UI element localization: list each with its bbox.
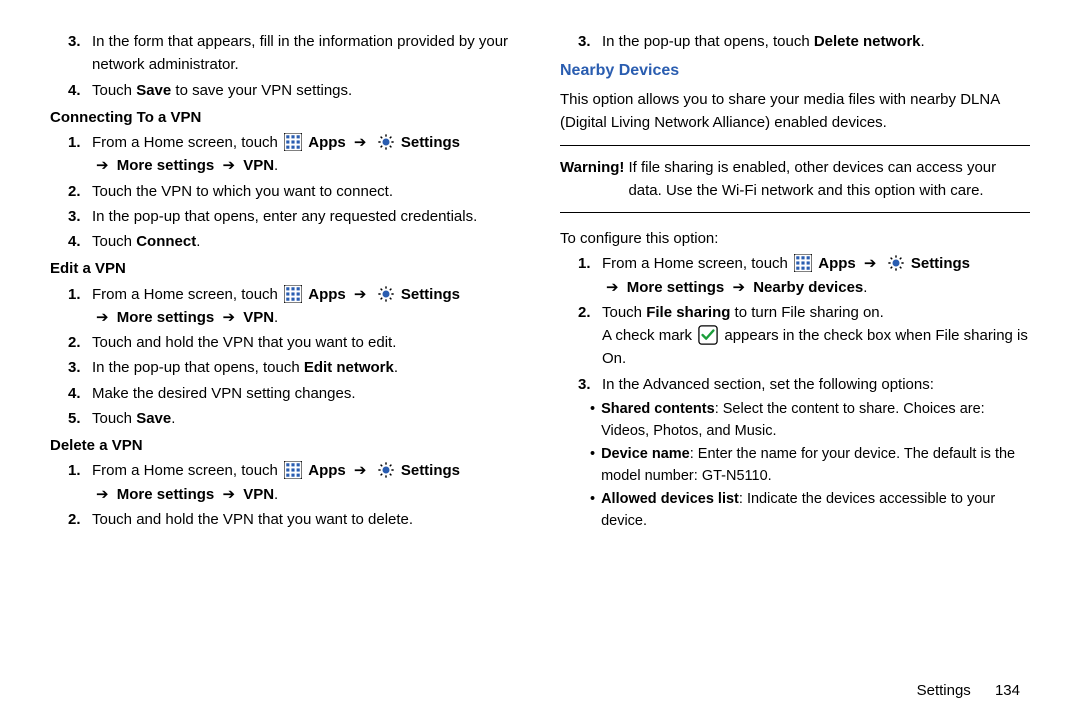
list-item: 2. Touch the VPN to which you want to co… (50, 180, 520, 203)
list-item: 3. In the pop-up that opens, touch Edit … (50, 356, 520, 379)
apps-icon (284, 285, 302, 303)
list-number: 3. (68, 205, 92, 228)
warning-block: Warning! If file sharing is enabled, oth… (560, 145, 1030, 214)
subheading-edit: Edit a VPN (50, 257, 520, 280)
list-item: 3. In the Advanced section, set the foll… (560, 373, 1030, 396)
apps-icon (284, 461, 302, 479)
paragraph: This option allows you to share your med… (560, 88, 1030, 135)
bullet-item: Shared contents: Select the content to s… (560, 398, 1030, 443)
list-text: In the Advanced section, set the followi… (602, 373, 1030, 396)
bullet-item: Device name: Enter the name for your dev… (560, 443, 1030, 488)
list-text: In the pop-up that opens, touch Edit net… (92, 356, 520, 379)
list-number: 5. (68, 407, 92, 430)
footer-page-number: 134 (995, 682, 1020, 699)
warning-label: Warning! (560, 156, 624, 203)
gear-icon (377, 285, 395, 303)
gear-icon (887, 254, 905, 272)
list-text: Make the desired VPN setting changes. (92, 382, 520, 405)
gear-icon (377, 133, 395, 151)
list-number: 3. (578, 373, 602, 396)
paragraph: To configure this option: (560, 227, 1030, 250)
apps-icon (284, 133, 302, 151)
list-text: From a Home screen, touch Apps ➔ Setting… (92, 283, 520, 330)
list-number: 1. (68, 459, 92, 506)
list-number: 3. (68, 30, 92, 77)
list-text: In the form that appears, fill in the in… (92, 30, 520, 77)
list-item: 1. From a Home screen, touch Apps ➔ Sett… (50, 131, 520, 178)
list-number: 4. (68, 382, 92, 405)
apps-icon (794, 254, 812, 272)
list-text: From a Home screen, touch Apps ➔ Setting… (602, 252, 1030, 299)
subheading-delete: Delete a VPN (50, 434, 520, 457)
list-text: In the pop-up that opens, enter any requ… (92, 205, 520, 228)
manual-page: 3. In the form that appears, fill in the… (0, 0, 1080, 720)
list-text: In the pop-up that opens, touch Delete n… (602, 30, 1030, 53)
subheading-connecting: Connecting To a VPN (50, 106, 520, 129)
list-text: From a Home screen, touch Apps ➔ Setting… (92, 459, 520, 506)
list-text: Touch Connect. (92, 230, 520, 253)
list-item: 2. Touch and hold the VPN that you want … (50, 331, 520, 354)
list-number: 3. (578, 30, 602, 53)
list-text: Touch Save to save your VPN settings. (92, 79, 520, 102)
checkmark-icon (698, 325, 718, 345)
left-column: 3. In the form that appears, fill in the… (50, 30, 520, 700)
list-number: 2. (68, 508, 92, 531)
right-column: 3. In the pop-up that opens, touch Delet… (560, 30, 1030, 700)
list-item: 1. From a Home screen, touch Apps ➔ Sett… (560, 252, 1030, 299)
bullet-item: Allowed devices list: Indicate the devic… (560, 488, 1030, 533)
warning-text: If file sharing is enabled, other device… (628, 156, 1030, 203)
list-text: Touch Save. (92, 407, 520, 430)
list-number: 1. (68, 283, 92, 330)
list-item: 5. Touch Save. (50, 407, 520, 430)
list-item: 4. Touch Connect. (50, 230, 520, 253)
list-number: 4. (68, 79, 92, 102)
list-number: 1. (68, 131, 92, 178)
list-number: 1. (578, 252, 602, 299)
list-text: Touch File sharing to turn File sharing … (602, 301, 1030, 371)
section-heading-nearby: Nearby Devices (560, 59, 1030, 84)
list-item: 3. In the pop-up that opens, enter any r… (50, 205, 520, 228)
list-number: 3. (68, 356, 92, 379)
page-footer: Settings 134 (917, 679, 1020, 702)
list-item: 4. Touch Save to save your VPN settings. (50, 79, 520, 102)
list-number: 2. (68, 180, 92, 203)
list-item: 1. From a Home screen, touch Apps ➔ Sett… (50, 283, 520, 330)
list-text: From a Home screen, touch Apps ➔ Setting… (92, 131, 520, 178)
list-text: Touch the VPN to which you want to conne… (92, 180, 520, 203)
list-number: 2. (578, 301, 602, 371)
list-text: Touch and hold the VPN that you want to … (92, 331, 520, 354)
list-number: 2. (68, 331, 92, 354)
list-item: 2. Touch File sharing to turn File shari… (560, 301, 1030, 371)
list-item: 1. From a Home screen, touch Apps ➔ Sett… (50, 459, 520, 506)
list-number: 4. (68, 230, 92, 253)
list-item: 2. Touch and hold the VPN that you want … (50, 508, 520, 531)
list-item: 4. Make the desired VPN setting changes. (50, 382, 520, 405)
footer-section: Settings (917, 682, 971, 699)
gear-icon (377, 461, 395, 479)
list-text: Touch and hold the VPN that you want to … (92, 508, 520, 531)
list-item: 3. In the pop-up that opens, touch Delet… (560, 30, 1030, 53)
list-item: 3. In the form that appears, fill in the… (50, 30, 520, 77)
